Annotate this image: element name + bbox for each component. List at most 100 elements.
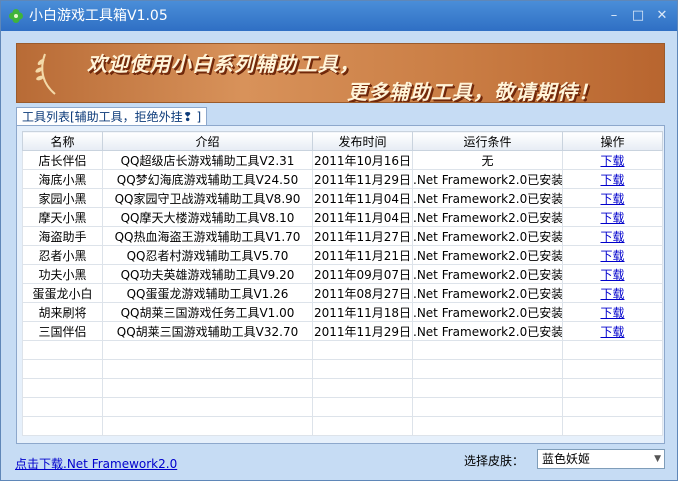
table-row[interactable]: 海底小黑 QQ梦幻海底游戏辅助工具V24.50 2011年11月29日 .Net Fr… xyxy=(22,169,663,189)
empty-table-row xyxy=(22,378,663,398)
tool-table: 名称 介绍 发布时间 运行条件 操作 店长伴侣 QQ超级店长游戏辅助工具V2.31… xyxy=(22,131,663,436)
empty-cell xyxy=(562,340,663,360)
download-cell: 下载 xyxy=(562,264,663,284)
table-row[interactable]: 功夫小黑 QQ功夫英雄游戏辅助工具V9.20 2011年09月07日 .Net Fra… xyxy=(22,264,663,284)
requirement-cell: .Net Framework2.0已安装 xyxy=(412,169,563,189)
wheat-ornament-icon xyxy=(35,53,56,95)
empty-cell xyxy=(312,416,413,436)
empty-cell xyxy=(312,378,413,398)
download-link[interactable]: 下载 xyxy=(600,268,624,282)
tool-name-cell: 蛋蛋龙小白 xyxy=(22,283,103,303)
download-link[interactable]: 下载 xyxy=(600,287,624,301)
download-dotnet-link[interactable]: 点击下载.Net Framework2.0 xyxy=(15,455,177,472)
tool-name-cell: 店长伴侣 xyxy=(22,150,103,170)
skin-select-value: 蓝色妖姬 xyxy=(542,452,591,466)
table-row[interactable]: 海盗助手 QQ热血海盗王游戏辅助工具V1.70 2011年11月27日 .Net Fr… xyxy=(22,226,663,246)
skin-select[interactable]: 蓝色妖姬 ▼ xyxy=(537,449,665,469)
tool-desc-cell: QQ胡莱三国游戏任务工具V1.00 xyxy=(102,302,313,322)
empty-cell xyxy=(562,378,663,398)
download-link[interactable]: 下载 xyxy=(600,325,624,339)
download-link[interactable]: 下载 xyxy=(600,249,624,263)
tool-desc-cell: QQ超级店长游戏辅助工具V2.31 xyxy=(102,150,313,170)
empty-cell xyxy=(22,416,103,436)
release-date-cell: 2011年11月29日 xyxy=(312,169,413,189)
table-row[interactable]: 摩天小黑 QQ摩天大楼游戏辅助工具V8.10 2011年11月04日 .Net Fra… xyxy=(22,207,663,227)
table-row[interactable]: 店长伴侣 QQ超级店长游戏辅助工具V2.31 2011年10月16日无 下载 xyxy=(22,150,663,170)
column-header[interactable]: 名称 xyxy=(22,131,103,151)
clover-icon xyxy=(9,9,23,23)
tool-desc-cell: QQ胡莱三国游戏辅助工具V32.70 xyxy=(102,321,313,341)
welcome-banner: 欢迎使用小白系列辅助工具， 更多辅助工具，敬请期待！ xyxy=(16,43,665,103)
column-header[interactable]: 操作 xyxy=(562,131,663,151)
empty-cell xyxy=(312,340,413,360)
tool-name-cell: 海底小黑 xyxy=(22,169,103,189)
empty-cell xyxy=(412,416,563,436)
column-header[interactable]: 介绍 xyxy=(102,131,313,151)
tool-name-cell: 忍者小黑 xyxy=(22,245,103,265)
banner-line-1: 欢迎使用小白系列辅助工具， xyxy=(87,52,360,76)
tool-desc-cell: QQ蛋蛋龙游戏辅助工具V1.26 xyxy=(102,283,313,303)
release-date-cell: 2011年11月21日 xyxy=(312,245,413,265)
title-bar[interactable]: 小白游戏工具箱V1.05 – □ ✕ xyxy=(1,1,677,31)
download-cell: 下载 xyxy=(562,321,663,341)
tool-name-cell: 功夫小黑 xyxy=(22,264,103,284)
download-cell: 下载 xyxy=(562,226,663,246)
empty-cell xyxy=(22,340,103,360)
download-cell: 下载 xyxy=(562,283,663,303)
chevron-down-icon[interactable]: ▼ xyxy=(654,450,661,468)
download-link[interactable]: 下载 xyxy=(600,211,624,225)
requirement-cell: .Net Framework2.0已安装 xyxy=(412,188,563,208)
tool-desc-cell: QQ梦幻海底游戏辅助工具V24.50 xyxy=(102,169,313,189)
maximize-button[interactable]: □ xyxy=(629,8,647,24)
requirement-cell: .Net Framework2.0已安装 xyxy=(412,226,563,246)
empty-cell xyxy=(22,397,103,417)
tool-name-cell: 家园小黑 xyxy=(22,188,103,208)
empty-cell xyxy=(562,416,663,436)
tool-desc-cell: QQ家园守卫战游戏辅助工具V8.90 xyxy=(102,188,313,208)
download-link[interactable]: 下载 xyxy=(600,192,624,206)
skin-label: 选择皮肤： xyxy=(464,454,525,468)
table-row[interactable]: 家园小黑 QQ家园守卫战游戏辅助工具V8.90 2011年11月04日 .Net Fr… xyxy=(22,188,663,208)
download-link[interactable]: 下载 xyxy=(600,230,624,244)
download-cell: 下载 xyxy=(562,207,663,227)
empty-cell xyxy=(312,359,413,379)
download-link[interactable]: 下载 xyxy=(600,154,624,168)
tool-desc-cell: QQ忍者村游戏辅助工具V5.70 xyxy=(102,245,313,265)
release-date-cell: 2011年11月29日 xyxy=(312,321,413,341)
release-date-cell: 2011年08月27日 xyxy=(312,283,413,303)
empty-cell xyxy=(412,359,563,379)
empty-cell xyxy=(312,397,413,417)
table-row[interactable]: 蛋蛋龙小白 QQ蛋蛋龙游戏辅助工具V1.26 2011年08月27日 .Net Fra… xyxy=(22,283,663,303)
release-date-cell: 2011年11月04日 xyxy=(312,188,413,208)
tool-name-cell: 胡来刷将 xyxy=(22,302,103,322)
table-row[interactable]: 三国伴侣 QQ胡莱三国游戏辅助工具V32.70 2011年11月29日 .Net Fr… xyxy=(22,321,663,341)
empty-cell xyxy=(102,378,313,398)
table-row[interactable]: 忍者小黑 QQ忍者村游戏辅助工具V5.70 2011年11月21日 .Net Fram… xyxy=(22,245,663,265)
requirement-cell: .Net Framework2.0已安装 xyxy=(412,321,563,341)
release-date-cell: 2011年11月27日 xyxy=(312,226,413,246)
empty-cell xyxy=(412,378,563,398)
empty-table-row xyxy=(22,359,663,379)
release-date-cell: 2011年11月04日 xyxy=(312,207,413,227)
empty-cell xyxy=(562,397,663,417)
empty-cell xyxy=(412,340,563,360)
table-header-row: 名称 介绍 发布时间 运行条件 操作 xyxy=(22,131,663,151)
column-header[interactable]: 运行条件 xyxy=(412,131,563,151)
download-cell: 下载 xyxy=(562,188,663,208)
tab-tool-list[interactable]: 工具列表[辅助工具，拒绝外挂❢ ] xyxy=(16,107,208,126)
tool-name-cell: 摩天小黑 xyxy=(22,207,103,227)
tool-name-cell: 三国伴侣 xyxy=(22,321,103,341)
empty-cell xyxy=(22,378,103,398)
download-link[interactable]: 下载 xyxy=(600,306,624,320)
close-button[interactable]: ✕ xyxy=(653,8,671,24)
table-row[interactable]: 胡来刷将 QQ胡莱三国游戏任务工具V1.00 2011年11月18日 .Net Fra… xyxy=(22,302,663,322)
minimize-button[interactable]: – xyxy=(605,8,623,24)
requirement-cell: .Net Framework2.0已安装 xyxy=(412,264,563,284)
tool-desc-cell: QQ摩天大楼游戏辅助工具V8.10 xyxy=(102,207,313,227)
window-title: 小白游戏工具箱V1.05 xyxy=(29,8,168,24)
download-link[interactable]: 下载 xyxy=(600,173,624,187)
column-header[interactable]: 发布时间 xyxy=(312,131,413,151)
download-cell: 下载 xyxy=(562,150,663,170)
release-date-cell: 2011年09月07日 xyxy=(312,264,413,284)
release-date-cell: 2011年10月16日 xyxy=(312,150,413,170)
